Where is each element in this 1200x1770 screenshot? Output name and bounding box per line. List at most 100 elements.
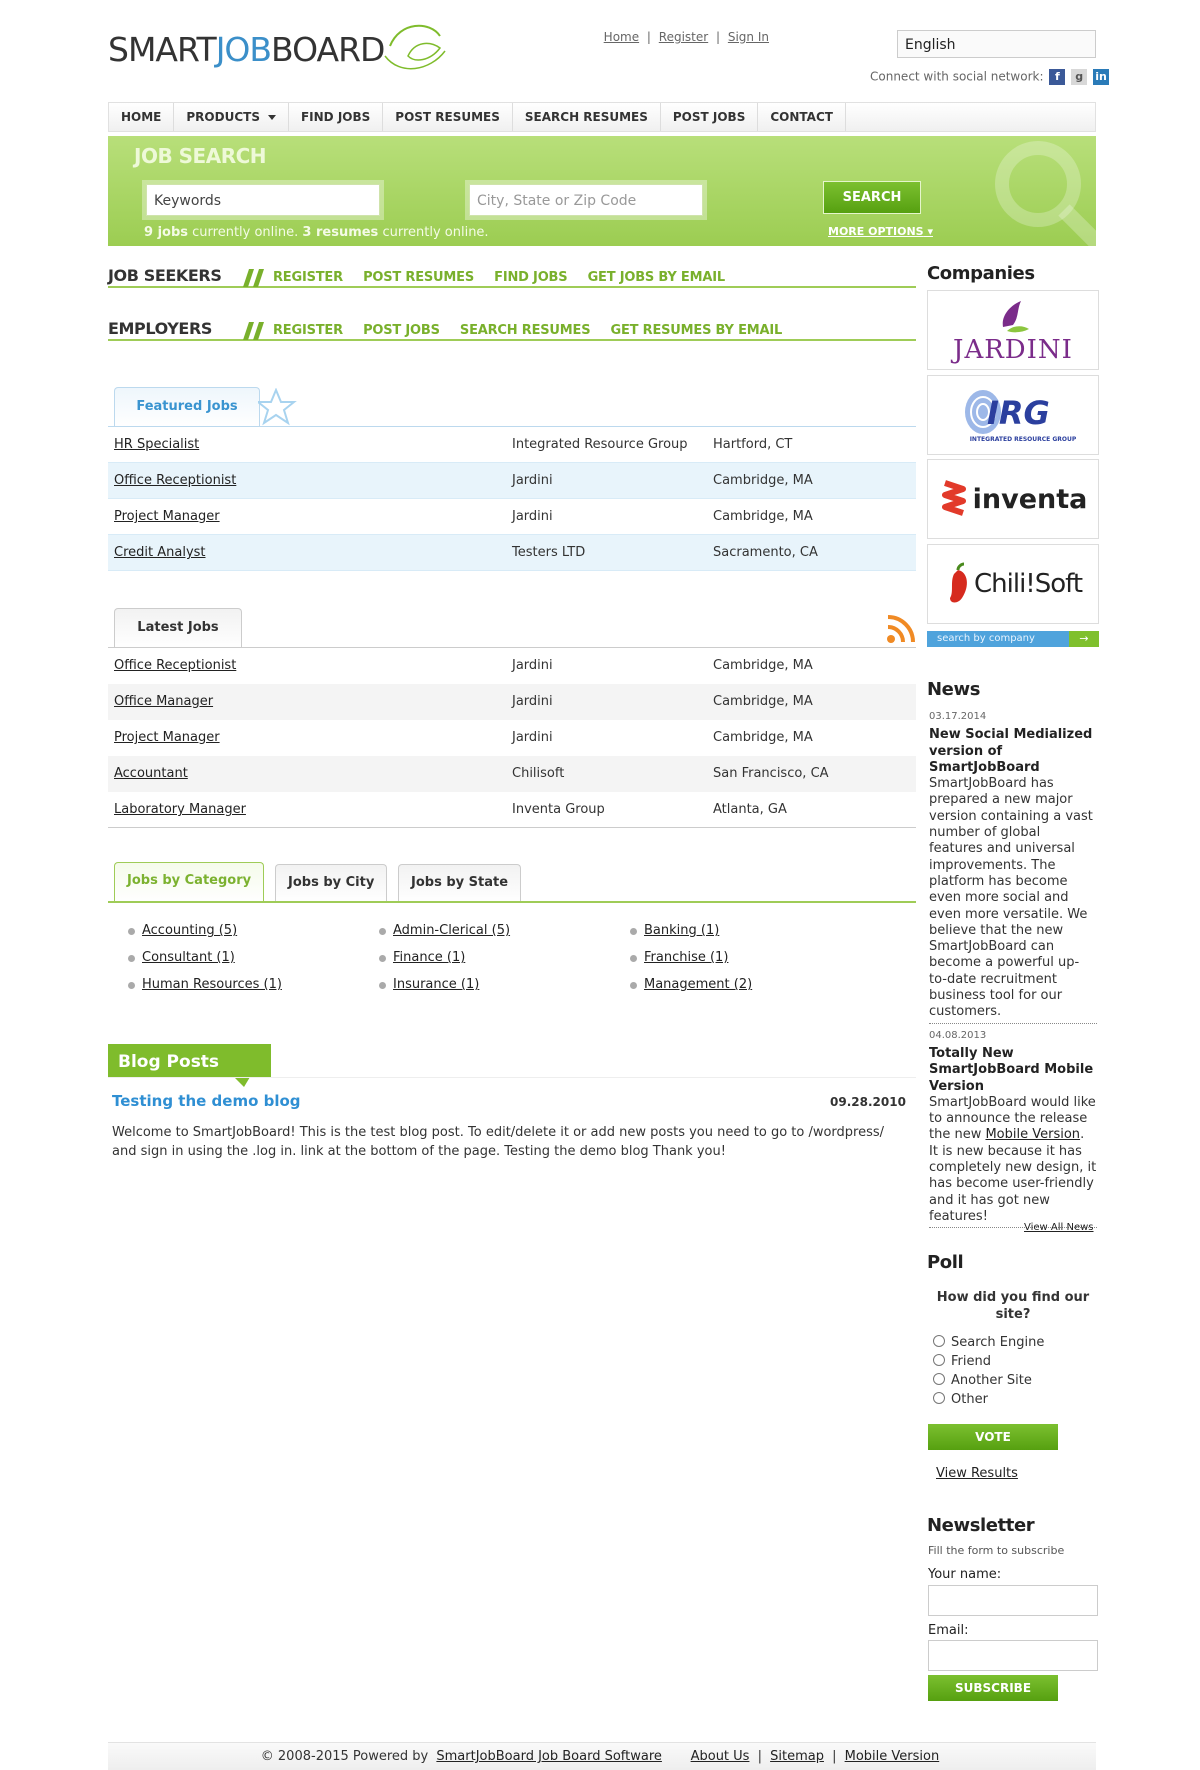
arrow-right-icon[interactable]: → — [1069, 631, 1099, 647]
list-item[interactable]: Consultant (1) — [128, 950, 235, 965]
news-date: 03.17.2014 — [929, 711, 987, 722]
copyright-text: © 2008-2015 Powered by — [260, 1749, 433, 1764]
newsletter-heading: Newsletter — [927, 1515, 1035, 1536]
linkedin-icon[interactable]: in — [1093, 69, 1109, 85]
powered-by-link[interactable]: SmartJobBoard Job Board Software — [436, 1749, 662, 1764]
resumes-count: 3 resumes — [302, 225, 379, 240]
radio-button[interactable] — [933, 1392, 945, 1404]
poll-option[interactable]: Friend — [933, 1354, 991, 1369]
seeker-find-jobs-link[interactable]: FIND JOBS — [494, 270, 567, 285]
job-company: Jardini — [512, 730, 553, 745]
company-logo-irg[interactable]: IRG INTEGRATED RESOURCE GROUP — [927, 375, 1099, 455]
nav-products[interactable]: PRODUCTS — [174, 103, 289, 131]
company-logo-jardini[interactable]: JARDINI — [927, 290, 1099, 370]
job-title-link[interactable]: Office Manager — [114, 694, 213, 709]
jardini-wordmark: JARDINI — [953, 335, 1073, 365]
mobile-version-link[interactable]: Mobile Version — [985, 1127, 1080, 1142]
nav-contact[interactable]: CONTACT — [758, 103, 846, 131]
employer-resumes-by-email-link[interactable]: GET RESUMES BY EMAIL — [611, 323, 783, 338]
job-location: Cambridge, MA — [713, 658, 813, 673]
view-all-news-link[interactable]: View All News — [1024, 1222, 1094, 1233]
list-item[interactable]: Management (2) — [629, 977, 752, 992]
list-item[interactable]: Human Resources (1) — [128, 977, 282, 992]
view-results-link[interactable]: View Results — [936, 1466, 1018, 1481]
tab-featured-jobs[interactable]: Featured Jobs — [114, 387, 260, 427]
tab-latest-jobs[interactable]: Latest Jobs — [114, 608, 242, 648]
sign-in-link[interactable]: Sign In — [728, 30, 769, 44]
news-title[interactable]: Totally New SmartJobBoard Mobile Version — [929, 1046, 1097, 1095]
latest-jobs-table: Office Receptionist Jardini Cambridge, MA … — [108, 648, 916, 828]
site-logo[interactable]: SMARTJOBBOARD — [108, 16, 453, 78]
search-button[interactable]: SEARCH — [823, 181, 921, 214]
employer-post-jobs-link[interactable]: POST JOBS — [363, 323, 440, 338]
tab-jobs-by-state[interactable]: Jobs by State — [398, 864, 522, 902]
job-company: Jardini — [512, 694, 553, 709]
job-seekers-label: JOB SEEKERS — [108, 266, 222, 285]
search-by-company-bar[interactable]: search by company → — [927, 631, 1099, 647]
radio-button[interactable] — [933, 1354, 945, 1366]
rss-icon[interactable] — [886, 614, 916, 644]
nav-home[interactable]: HOME — [109, 103, 175, 131]
chevron-down-icon — [267, 115, 276, 120]
job-title-link[interactable]: Project Manager — [114, 509, 220, 524]
list-item[interactable]: Banking (1) — [629, 923, 719, 938]
inventa-wordmark: inventa — [972, 483, 1088, 515]
radio-button[interactable] — [933, 1373, 945, 1385]
list-item[interactable]: Accounting (5) — [127, 923, 237, 938]
poll-option[interactable]: Other — [933, 1392, 988, 1407]
sitemap-link[interactable]: Sitemap — [770, 1749, 824, 1764]
company-logo-chilisoft[interactable]: Chili!Soft — [927, 544, 1099, 624]
poll-option[interactable]: Another Site — [933, 1373, 1032, 1388]
list-item[interactable]: Franchise (1) — [629, 950, 728, 965]
companies-heading: Companies — [927, 263, 1035, 284]
job-title-link[interactable]: Credit Analyst — [114, 545, 206, 560]
employer-register-link[interactable]: REGISTER — [273, 323, 343, 338]
job-title-link[interactable]: HR Specialist — [114, 437, 199, 452]
job-title-link[interactable]: Office Receptionist — [114, 658, 236, 673]
nav-post-resumes[interactable]: POST RESUMES — [383, 103, 513, 131]
seeker-post-resumes-link[interactable]: POST RESUMES — [363, 270, 474, 285]
home-link[interactable]: Home — [604, 30, 639, 44]
more-options-link[interactable]: MORE OPTIONS ▾ — [828, 225, 933, 238]
leaf-icon — [384, 24, 446, 70]
blog-post-title[interactable]: Testing the demo blog — [112, 1092, 301, 1110]
news-title[interactable]: New Social Medialized version of SmartJo… — [929, 727, 1097, 776]
seeker-register-link[interactable]: REGISTER — [273, 270, 343, 285]
radio-button[interactable] — [933, 1335, 945, 1347]
name-input[interactable] — [928, 1585, 1098, 1616]
register-link[interactable]: Register — [659, 30, 708, 44]
poll-option[interactable]: Search Engine — [933, 1335, 1044, 1350]
subscribe-button[interactable]: SUBSCRIBE — [928, 1675, 1058, 1701]
google-icon[interactable]: g — [1071, 69, 1088, 85]
seeker-jobs-by-email-link[interactable]: GET JOBS BY EMAIL — [588, 270, 726, 285]
language-select[interactable]: English — [897, 30, 1096, 58]
location-field-wrap: City, State or Zip Code — [465, 180, 707, 220]
slash-icon — [243, 269, 264, 287]
nav-search-resumes[interactable]: SEARCH RESUMES — [513, 103, 661, 131]
mobile-version-footer-link[interactable]: Mobile Version — [845, 1749, 940, 1764]
nav-find-jobs[interactable]: FIND JOBS — [289, 103, 384, 131]
featured-jobs-table: HR Specialist Integrated Resource Group Ha… — [108, 427, 916, 571]
facebook-icon[interactable]: f — [1049, 69, 1066, 85]
list-item[interactable]: Insurance (1) — [378, 977, 479, 992]
tab-jobs-by-category[interactable]: Jobs by Category — [114, 862, 265, 902]
list-item[interactable]: Admin-Clerical (5) — [378, 923, 510, 938]
job-title-link[interactable]: Accountant — [114, 766, 188, 781]
email-label: Email: — [928, 1623, 969, 1638]
search-by-company-label: search by company — [937, 633, 1035, 644]
job-title-link[interactable]: Office Receptionist — [114, 473, 236, 488]
job-title-link[interactable]: Laboratory Manager — [114, 802, 246, 817]
footer: © 2008-2015 Powered by SmartJobBoard Job… — [108, 1742, 1096, 1770]
list-item[interactable]: Finance (1) — [378, 950, 465, 965]
tab-jobs-by-city[interactable]: Jobs by City — [275, 864, 388, 902]
vote-button[interactable]: VOTE — [928, 1424, 1058, 1450]
location-input[interactable]: City, State or Zip Code — [469, 184, 703, 216]
chilisoft-wordmark: Chili!Soft — [973, 569, 1083, 599]
about-us-link[interactable]: About Us — [691, 1749, 750, 1764]
keywords-input[interactable]: Keywords — [146, 184, 380, 216]
job-title-link[interactable]: Project Manager — [114, 730, 220, 745]
company-logo-inventa[interactable]: inventa — [927, 459, 1099, 539]
email-input[interactable] — [928, 1640, 1098, 1671]
employer-search-resumes-link[interactable]: SEARCH RESUMES — [460, 323, 591, 338]
nav-post-jobs[interactable]: POST JOBS — [661, 103, 759, 131]
